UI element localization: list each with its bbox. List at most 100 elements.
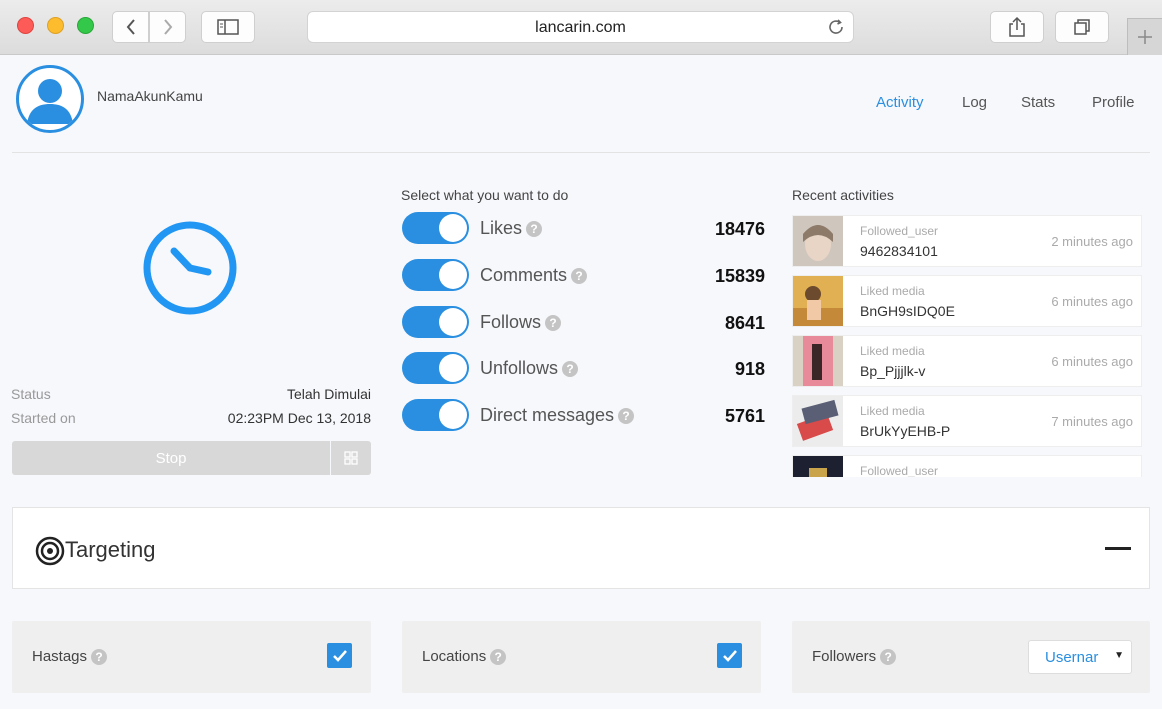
followers-label: Followers? (812, 648, 897, 665)
grid-button[interactable] (331, 441, 371, 475)
locations-label: Locations? (422, 648, 507, 665)
chevron-left-icon (126, 19, 135, 35)
followers-source-select[interactable]: Usernar ▼ (1028, 640, 1132, 674)
nav-log[interactable]: Log (962, 94, 987, 111)
account-name: NamaAkunKamu (97, 88, 203, 104)
user-icon (27, 79, 73, 124)
thumbnail-image (793, 336, 843, 386)
thumbnail-image (793, 396, 843, 446)
check-icon (722, 649, 737, 662)
actions-title: Select what you want to do (401, 187, 569, 203)
check-icon (332, 649, 347, 662)
activity-time: 6 minutes ago (1051, 294, 1133, 309)
likes-toggle[interactable] (402, 212, 469, 244)
new-tab-button[interactable] (1127, 18, 1162, 55)
unfollows-toggle[interactable] (402, 352, 469, 384)
help-icon[interactable]: ? (880, 648, 897, 665)
locations-checkbox[interactable] (717, 643, 742, 668)
help-icon[interactable]: ? (545, 314, 562, 331)
back-button[interactable] (112, 11, 149, 43)
hashtags-card: Hastags? (12, 621, 371, 693)
direct-messages-label: Direct messages? (480, 405, 635, 426)
targeting-title: Targeting (65, 537, 156, 562)
followers-card: Followers? Usernar ▼ (792, 621, 1150, 693)
follows-label: Follows? (480, 312, 562, 333)
help-icon[interactable]: ? (562, 360, 579, 377)
activity-type: Followed_user (860, 224, 939, 238)
activity-target: Bp_Pjjjlk-v (860, 363, 926, 379)
help-icon[interactable]: ? (526, 220, 543, 237)
list-item[interactable]: Followed_user (792, 455, 1142, 477)
share-button[interactable] (990, 11, 1044, 43)
list-item[interactable]: Liked media BnGH9sIDQ0E 6 minutes ago (792, 275, 1142, 327)
minimize-window-button[interactable] (47, 17, 64, 34)
select-value: Usernar (1045, 649, 1099, 666)
nav-stats[interactable]: Stats (1021, 94, 1055, 111)
likes-count: 18476 (714, 219, 765, 239)
hashtags-label: Hastags? (32, 648, 108, 665)
page-content: NamaAkunKamu Activity Log Stats Profile … (0, 55, 1162, 709)
stop-button[interactable]: Stop (12, 441, 330, 475)
plus-icon (1138, 30, 1152, 44)
activity-type: Liked media (860, 344, 925, 358)
follows-count: 8641 (724, 313, 765, 333)
tabs-button[interactable] (1055, 11, 1109, 43)
comments-count: 15839 (714, 266, 765, 286)
help-icon[interactable]: ? (571, 267, 588, 284)
hashtags-checkbox[interactable] (327, 643, 352, 668)
help-icon[interactable]: ? (490, 648, 507, 665)
started-on-value: 02:23PM Dec 13, 2018 (227, 410, 371, 426)
activity-time: 2 minutes ago (1051, 234, 1133, 249)
address-bar[interactable]: lancarin.com (307, 11, 854, 43)
status-label: Status (11, 386, 51, 402)
activity-target: 9462834101 (860, 243, 938, 259)
activity-type: Liked media (860, 404, 925, 418)
list-item[interactable]: Liked media BrUkYyEHB-P 7 minutes ago (792, 395, 1142, 447)
nav-activity[interactable]: Activity (876, 94, 924, 111)
list-item[interactable]: Liked media Bp_Pjjjlk-v 6 minutes ago (792, 335, 1142, 387)
unfollows-count: 918 (734, 359, 765, 379)
nav-profile[interactable]: Profile (1092, 94, 1135, 111)
list-item[interactable]: Followed_user 9462834101 2 minutes ago (792, 215, 1142, 267)
recent-title: Recent activities (792, 187, 894, 203)
collapse-icon[interactable] (1105, 547, 1131, 550)
avatar[interactable] (16, 65, 84, 133)
targeting-panel: Targeting (12, 507, 1150, 589)
sidebar-button[interactable] (201, 11, 255, 43)
direct-messages-count: 5761 (724, 406, 765, 426)
reload-icon (829, 19, 843, 34)
started-on-label: Started on (11, 410, 76, 426)
help-icon[interactable]: ? (91, 648, 108, 665)
activity-target: BnGH9sIDQ0E (860, 303, 955, 319)
locations-card: Locations? (402, 621, 761, 693)
close-window-button[interactable] (17, 17, 34, 34)
activity-type: Liked media (860, 284, 925, 298)
help-icon[interactable]: ? (618, 407, 635, 424)
comments-toggle[interactable] (402, 259, 469, 291)
activity-target: BrUkYyEHB-P (860, 423, 951, 439)
browser-toolbar: lancarin.com (0, 0, 1162, 55)
clock-icon (143, 221, 237, 315)
maximize-window-button[interactable] (77, 17, 94, 34)
likes-label: Likes? (480, 218, 543, 239)
divider (12, 152, 1150, 153)
target-icon (35, 536, 65, 566)
follows-toggle[interactable] (402, 306, 469, 338)
activity-time: 6 minutes ago (1051, 354, 1133, 369)
caret-down-icon: ▼ (1114, 650, 1124, 661)
thumbnail-image (793, 456, 843, 477)
url-text: lancarin.com (535, 19, 626, 36)
direct-messages-toggle[interactable] (402, 399, 469, 431)
thumbnail-image (793, 276, 843, 326)
top-bar: NamaAkunKamu Activity Log Stats Profile (0, 55, 1162, 155)
activity-type: Followed_user (860, 464, 939, 477)
unfollows-label: Unfollows? (480, 358, 579, 379)
chevron-right-icon (163, 19, 172, 35)
status-value: Telah Dimulai (286, 386, 371, 402)
reload-button[interactable] (827, 18, 845, 41)
forward-button[interactable] (149, 11, 186, 43)
recent-activities-list[interactable]: Followed_user 9462834101 2 minutes ago L… (792, 215, 1150, 477)
grid-icon (344, 451, 358, 465)
comments-label: Comments? (480, 265, 588, 286)
tabs-icon (1074, 19, 1090, 35)
